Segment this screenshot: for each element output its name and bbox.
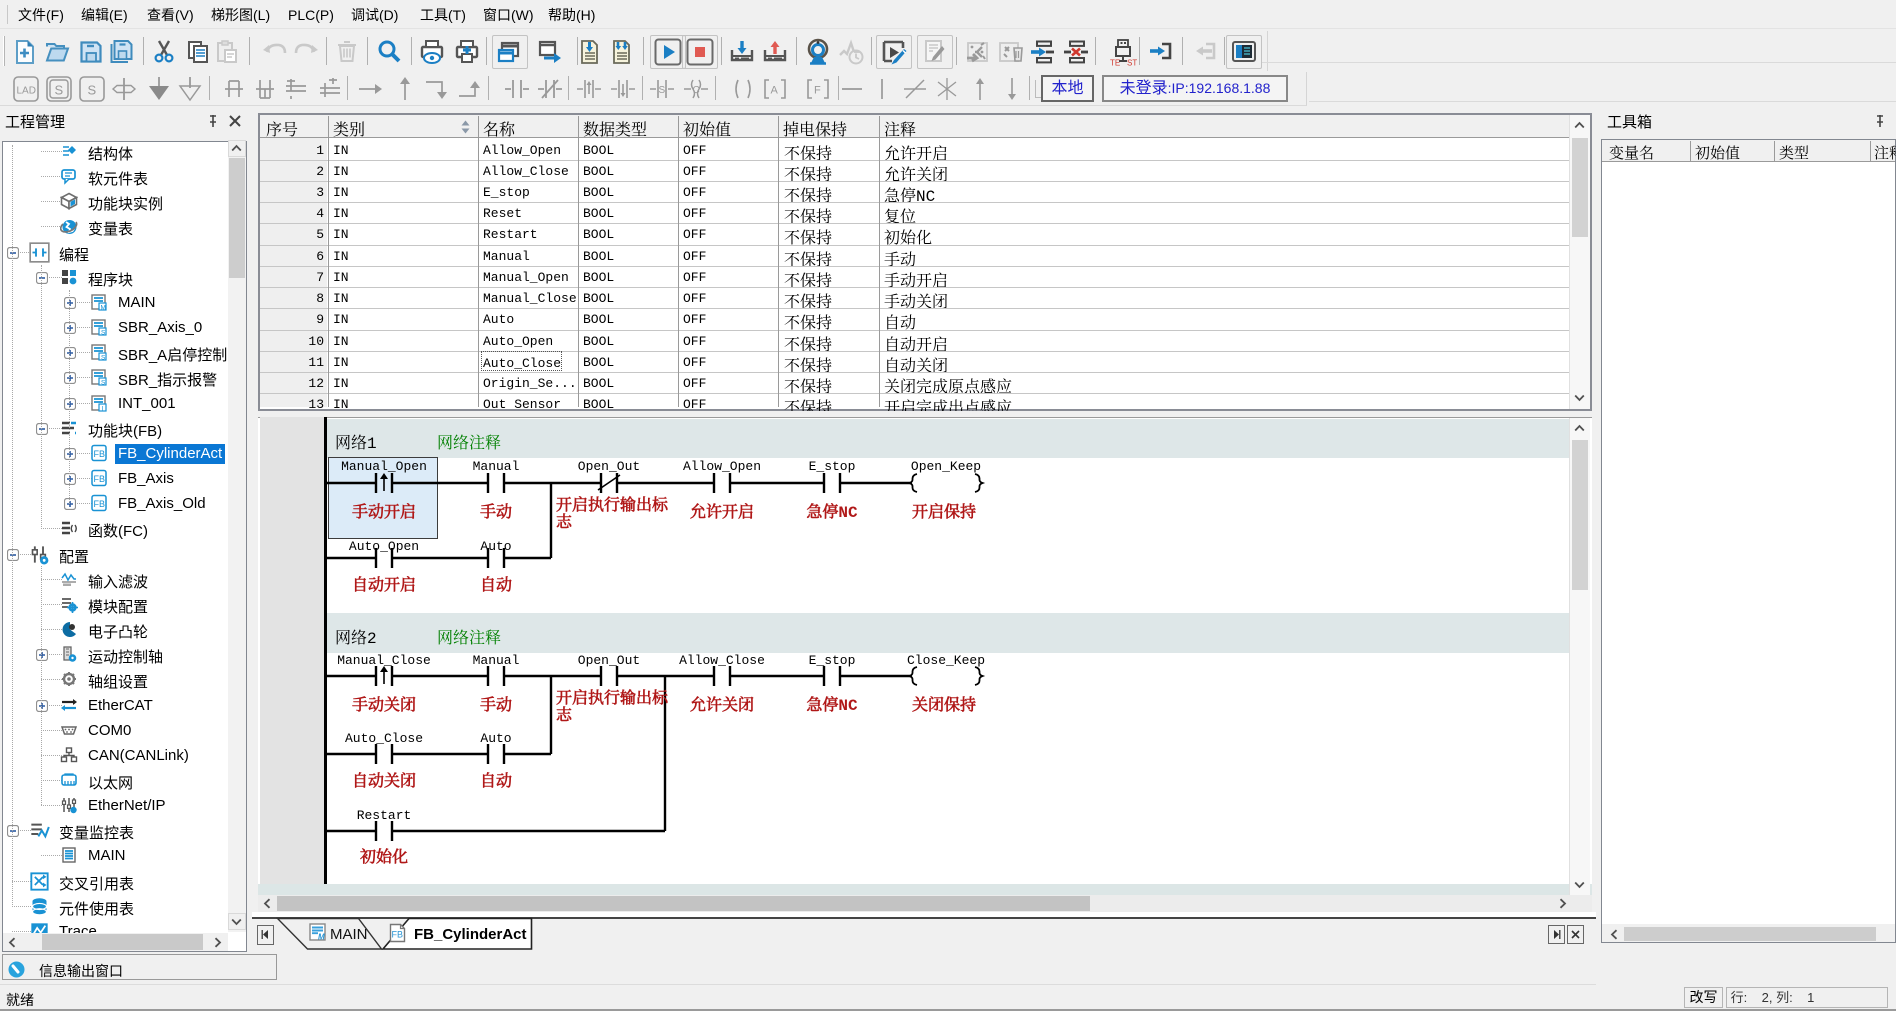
svg-text:S: S <box>88 83 97 98</box>
svg-text:M: M <box>101 304 106 311</box>
svg-text:F: F <box>814 85 821 97</box>
svg-text:S: S <box>101 355 106 362</box>
svg-text:FB: FB <box>94 499 106 509</box>
svg-text:TE: TE <box>1110 59 1120 67</box>
svg-text:S: S <box>55 83 64 98</box>
svg-text:S: S <box>659 85 666 96</box>
svg-text:I: I <box>102 405 104 412</box>
svg-text:S: S <box>101 380 106 387</box>
svg-text:M: M <box>318 933 325 942</box>
svg-text:LAD: LAD <box>17 86 36 97</box>
svg-text:S: S <box>101 330 106 337</box>
svg-text:FB: FB <box>392 930 404 940</box>
svg-text:A: A <box>771 85 779 97</box>
svg-text:FB: FB <box>94 474 106 484</box>
svg-text:ST: ST <box>1127 59 1137 67</box>
svg-text:C: C <box>693 85 700 96</box>
svg-text:FB: FB <box>94 449 106 459</box>
